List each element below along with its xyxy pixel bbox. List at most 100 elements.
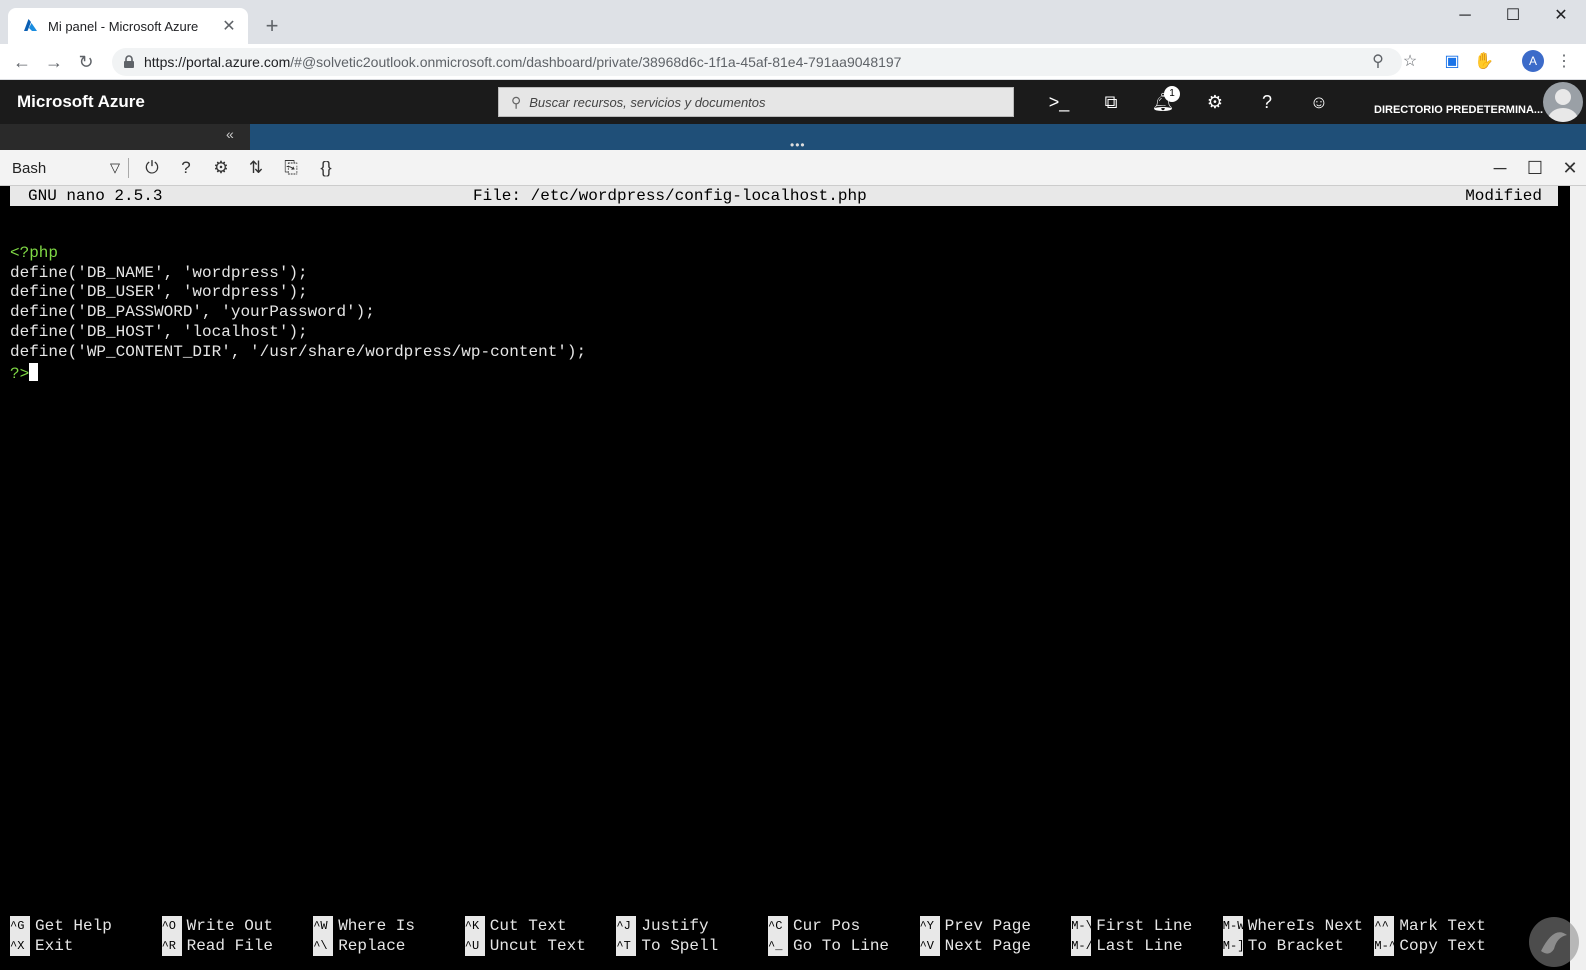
settings-icon[interactable]: ⚙ xyxy=(1201,88,1229,116)
shortcut-item: ^\ Replace xyxy=(313,936,405,956)
window-close-icon[interactable]: ✕ xyxy=(1538,0,1584,32)
cast-icon[interactable]: ▣ xyxy=(1440,50,1464,74)
code-line: ?> xyxy=(10,364,30,383)
shortcut-item: ^T To Spell xyxy=(616,936,718,956)
code-line: define('DB_PASSWORD', 'yourPassword'); xyxy=(10,303,375,322)
shortcut-key: M-] xyxy=(1222,936,1244,956)
shortcut-label: Replace xyxy=(338,937,406,955)
url-host: https://portal.azure.com xyxy=(144,54,291,70)
extension-icon[interactable]: ✋ xyxy=(1472,50,1496,74)
bookmark-star-icon[interactable]: ☆ xyxy=(1398,50,1422,74)
restart-power-icon[interactable]: ⏻ xyxy=(140,156,164,180)
shell-close-icon[interactable]: ✕ xyxy=(1556,154,1584,182)
shell-help-icon[interactable]: ? xyxy=(174,156,198,180)
terminal[interactable]: GNU nano 2.5.3 File: /etc/wordpress/conf… xyxy=(0,186,1570,970)
shell-settings-icon[interactable]: ⚙ xyxy=(209,156,233,180)
shortcut-item: M-W WhereIs Next xyxy=(1222,916,1364,936)
tab-close-icon[interactable]: ✕ xyxy=(220,16,238,36)
azure-brand[interactable]: Microsoft Azure xyxy=(17,92,145,112)
shortcut-item: M-] To Bracket xyxy=(1222,936,1344,956)
shortcut-label: Last Line xyxy=(1096,937,1183,955)
window-maximize-icon[interactable]: ☐ xyxy=(1490,0,1536,32)
upload-download-icon[interactable]: ⇅ xyxy=(244,156,268,180)
azure-search-box[interactable]: ⚲ xyxy=(498,87,1014,117)
shortcut-item: ^U Uncut Text xyxy=(464,936,586,956)
shortcut-item: ^^ Mark Text xyxy=(1374,916,1486,936)
chevron-down-icon: ▽ xyxy=(110,160,120,175)
address-bar[interactable]: https://portal.azure.com/#@solvetic2outl… xyxy=(112,48,1402,76)
cloud-shell-icon[interactable]: >_ xyxy=(1045,88,1073,116)
forward-icon[interactable]: → xyxy=(40,48,68,76)
shortcut-item: ^Y Prev Page xyxy=(919,916,1032,936)
shortcut-label: Prev Page xyxy=(944,917,1032,935)
new-tab-icon[interactable]: + xyxy=(258,12,286,40)
window-minimize-icon[interactable]: ─ xyxy=(1442,0,1488,32)
profile-avatar[interactable]: A xyxy=(1522,50,1544,72)
lock-icon xyxy=(124,55,134,68)
azure-favicon-icon xyxy=(24,19,37,31)
help-icon[interactable]: ? xyxy=(1253,88,1281,116)
user-avatar[interactable] xyxy=(1543,82,1583,122)
url-text: https://portal.azure.com/#@solvetic2outl… xyxy=(144,54,901,70)
shell-selected: Bash xyxy=(12,159,47,177)
shortcut-item: ^V Next Page xyxy=(919,936,1031,956)
editor-buffer[interactable]: <?php define('DB_NAME', 'wordpress'); de… xyxy=(10,224,586,384)
shortcut-key: ^R xyxy=(161,936,182,956)
shortcut-label: Cur Pos xyxy=(793,917,861,935)
back-icon[interactable]: ← xyxy=(8,48,36,76)
shortcut-key: ^J xyxy=(616,916,637,936)
directory-filter-icon[interactable]: ⧉ xyxy=(1097,88,1125,116)
shortcut-key: ^G xyxy=(10,916,30,936)
shortcut-key: ^X xyxy=(10,936,30,956)
shortcut-label: First Line xyxy=(1096,917,1193,935)
editor-braces-icon[interactable]: {} xyxy=(314,156,338,180)
code-line: define('DB_NAME', 'wordpress'); xyxy=(10,263,308,282)
shortcut-key: ^_ xyxy=(768,936,788,956)
open-session-icon[interactable]: ⎘ xyxy=(279,156,303,180)
shell-minimize-icon[interactable]: ─ xyxy=(1486,154,1514,182)
shortcut-item: ^_ Go To Line xyxy=(768,936,889,956)
url-path: /#@solvetic2outlook.onmicrosoft.com/dash… xyxy=(290,54,902,70)
code-line: <?php xyxy=(10,243,59,262)
browser-tab[interactable]: Mi panel - Microsoft Azure ✕ xyxy=(8,8,248,44)
browser-toolbar: ← → ↻ https://portal.azure.com/#@solveti… xyxy=(0,44,1586,80)
shell-selector[interactable]: Bash ▽ xyxy=(12,158,120,178)
shortcut-key: ^U xyxy=(464,936,485,956)
text-cursor xyxy=(29,362,39,381)
watermark-logo-icon xyxy=(1529,917,1579,967)
collapse-sidebar-icon[interactable]: « xyxy=(226,126,234,142)
directory-label[interactable]: DIRECTORIO PREDETERMINA... xyxy=(1374,104,1543,116)
shortcut-item: ^G Get Help xyxy=(10,916,112,936)
shortcut-label: Justify xyxy=(641,917,709,935)
shortcut-label: WhereIs Next xyxy=(1247,917,1364,935)
azure-search-input[interactable] xyxy=(529,94,990,110)
shortcut-item: M-\ First Line xyxy=(1071,916,1192,936)
shortcut-key: ^V xyxy=(919,936,940,956)
nano-filename: File: /etc/wordpress/config-localhost.ph… xyxy=(473,187,867,205)
reload-icon[interactable]: ↻ xyxy=(72,48,100,76)
browser-menu-icon[interactable]: ⋮ xyxy=(1552,50,1576,74)
shortcut-label: Exit xyxy=(35,937,74,955)
nano-version: GNU nano 2.5.3 xyxy=(28,187,163,205)
shortcut-item: M-^ Copy Text xyxy=(1374,936,1486,956)
zoom-icon[interactable]: ⚲ xyxy=(1366,50,1390,74)
shortcut-label: Write Out xyxy=(186,917,274,935)
code-line: define('DB_USER', 'wordpress'); xyxy=(10,283,308,302)
shortcut-label: To Spell xyxy=(641,937,719,955)
feedback-smiley-icon[interactable]: ☺ xyxy=(1305,88,1333,116)
shortcut-item: ^R Read File xyxy=(161,936,274,956)
search-icon: ⚲ xyxy=(511,93,522,110)
shortcut-label: Get Help xyxy=(35,917,112,935)
terminal-scrollbar[interactable] xyxy=(1570,186,1586,970)
shell-maximize-icon[interactable]: ☐ xyxy=(1521,154,1549,182)
shortcut-label: Go To Line xyxy=(793,937,890,955)
shortcut-label: Mark Text xyxy=(1399,917,1486,935)
code-line: define('DB_HOST', 'localhost'); xyxy=(10,322,308,341)
cloud-shell-toolbar: Bash ▽ ⏻ ? ⚙ ⇅ ⎘ {} ─ ☐ ✕ xyxy=(0,150,1586,186)
shortcut-key: ^Y xyxy=(919,916,940,936)
shortcut-item: M-/Last Line xyxy=(1071,936,1183,956)
nano-title-bar: GNU nano 2.5.3 File: /etc/wordpress/conf… xyxy=(10,186,1558,206)
shortcut-item: ^K Cut Text xyxy=(464,916,567,936)
shortcut-key: ^T xyxy=(616,936,637,956)
shortcut-label: Read File xyxy=(186,937,274,955)
